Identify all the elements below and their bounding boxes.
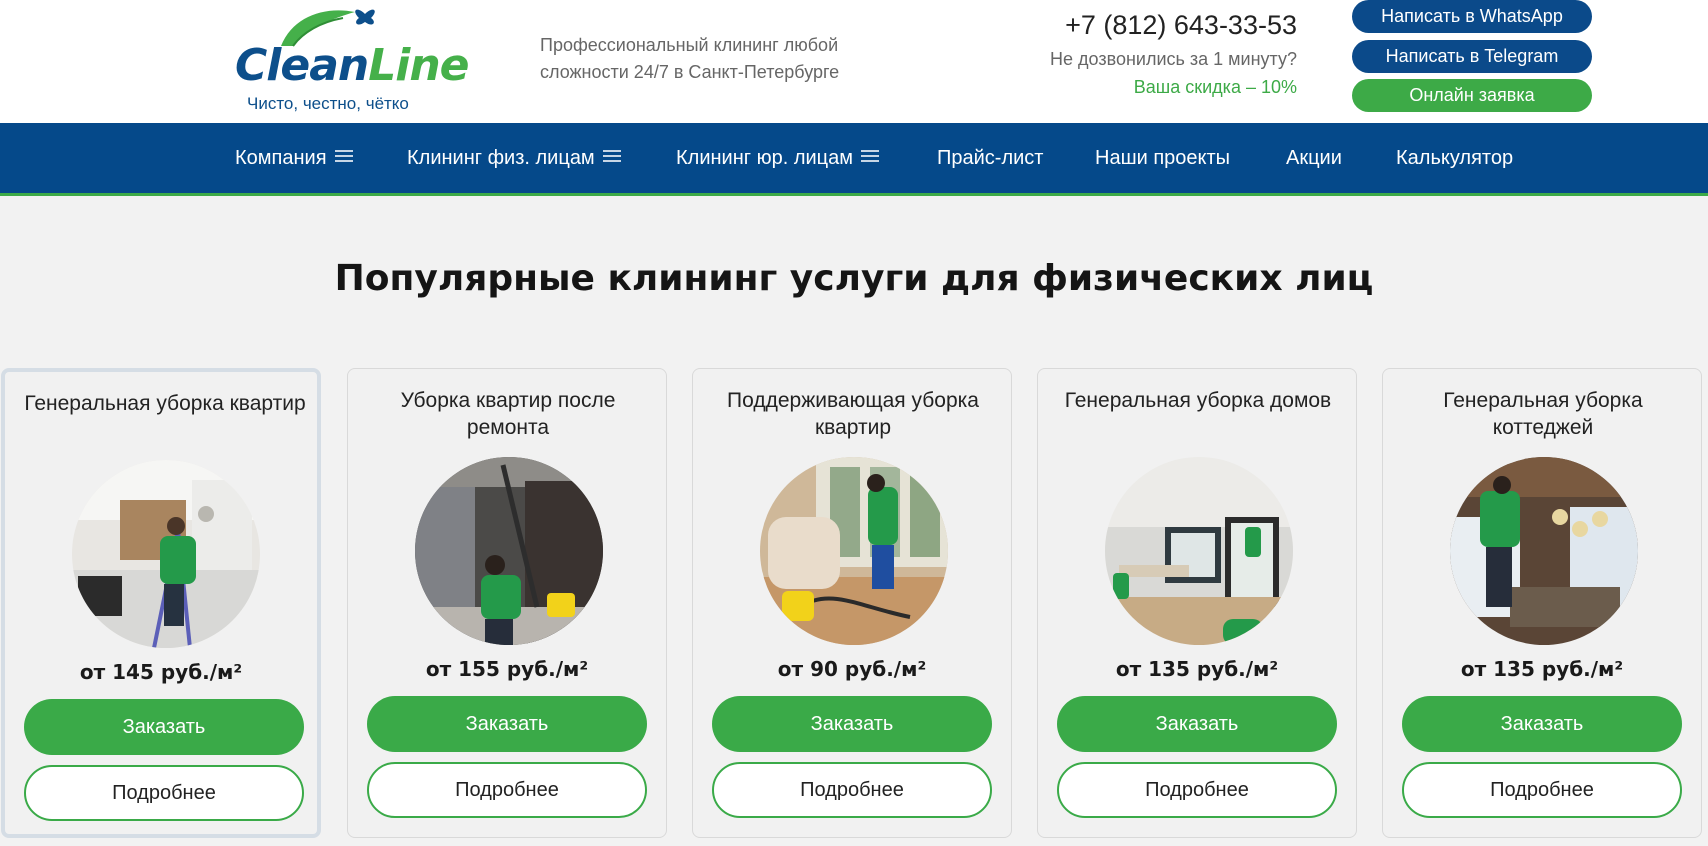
service-price: от 135 руб./м²	[1460, 657, 1624, 681]
nav-item-label: Калькулятор	[1396, 147, 1514, 169]
phone-link[interactable]: +7 (812) 643-33-53	[1000, 10, 1297, 41]
nav-item-company[interactable]: Компания	[235, 123, 353, 193]
nav-item-label: Компания	[235, 147, 327, 169]
card-title: Поддерживающая уборка квартир	[727, 389, 979, 439]
card-title: Генеральная уборка коттеджей	[1443, 389, 1643, 439]
nav-item-label: Акции	[1286, 147, 1342, 169]
order-button[interactable]: Заказать	[367, 696, 647, 752]
burger-icon	[334, 150, 353, 163]
logo-wordmark: CleanLine	[235, 40, 470, 91]
nav-item-label: Клининг физ. лицам	[407, 147, 595, 169]
nav-item-calculator[interactable]: Калькулятор	[1396, 123, 1513, 193]
nav-item-cleaning-companies[interactable]: Клининг юр. лицам	[676, 123, 880, 193]
details-button[interactable]: Подробнее	[712, 762, 992, 818]
nav-item-label: Наши проекты	[1095, 147, 1231, 169]
nav-item-promotions[interactable]: Акции	[1286, 123, 1342, 193]
service-price: от 90 руб./м²	[777, 657, 927, 681]
service-card: Поддерживающая уборка квартир от 90 руб.…	[692, 368, 1012, 838]
service-photo[interactable]	[1450, 457, 1638, 645]
service-photo[interactable]	[1105, 457, 1293, 645]
service-price: от 145 руб./м²	[79, 660, 243, 684]
service-card: Уборка квартир после ремонта от 155 руб.…	[347, 368, 667, 838]
telegram-button[interactable]: Написать в Telegram	[1352, 40, 1592, 73]
service-photo[interactable]	[72, 460, 260, 648]
company-tagline: Профессиональный клининг любой сложности…	[540, 35, 840, 82]
order-button[interactable]: Заказать	[1402, 696, 1682, 752]
section-title: Популярные клининг услуги для физических…	[334, 258, 1374, 299]
order-button[interactable]: Заказать	[24, 699, 304, 755]
whatsapp-button[interactable]: Написать в WhatsApp	[1352, 0, 1592, 33]
details-button[interactable]: Подробнее	[1402, 762, 1682, 818]
site-header: CleanLine Чисто, честно, чётко Профессио…	[0, 0, 1708, 123]
service-card: Генеральная уборка коттеджей от 135 руб.…	[1382, 368, 1702, 838]
card-title: Генеральная уборка квартир	[24, 392, 306, 415]
details-button[interactable]: Подробнее	[24, 765, 304, 821]
service-price: от 155 руб./м²	[425, 657, 589, 681]
discount-text: Ваша скидка – 10%	[1133, 77, 1297, 97]
order-button[interactable]: Заказать	[712, 696, 992, 752]
service-photo[interactable]	[415, 457, 603, 645]
card-title: Генеральная уборка домов	[1064, 389, 1332, 412]
logo[interactable]: CleanLine Чисто, честно, чётко	[235, 2, 470, 118]
logo-slogan: Чисто, честно, чётко	[247, 94, 409, 113]
burger-icon	[602, 150, 621, 163]
card-title: Уборка квартир после ремонта	[400, 389, 616, 439]
service-card: Генеральная уборка домов от 135 руб./м² …	[1037, 368, 1357, 838]
details-button[interactable]: Подробнее	[367, 762, 647, 818]
nav-item-label: Прайс-лист	[937, 147, 1044, 169]
main-nav: Компания Клининг физ. лицам Клининг юр. …	[0, 123, 1708, 196]
online-request-button[interactable]: Онлайн заявка	[1352, 79, 1592, 112]
service-card: Генеральная уборка квартир от 145 руб./м…	[1, 368, 321, 838]
service-price: от 135 руб./м²	[1115, 657, 1279, 681]
callback-text: Не дозвонились за 1 минуту?	[1050, 49, 1297, 69]
details-button[interactable]: Подробнее	[1057, 762, 1337, 818]
nav-item-label: Клининг юр. лицам	[676, 147, 854, 169]
service-photo[interactable]	[760, 457, 948, 645]
nav-item-cleaning-individuals[interactable]: Клининг физ. лицам	[407, 123, 621, 193]
burger-icon	[861, 150, 880, 163]
nav-item-price-list[interactable]: Прайс-лист	[937, 123, 1043, 193]
nav-item-projects[interactable]: Наши проекты	[1095, 123, 1230, 193]
order-button[interactable]: Заказать	[1057, 696, 1337, 752]
